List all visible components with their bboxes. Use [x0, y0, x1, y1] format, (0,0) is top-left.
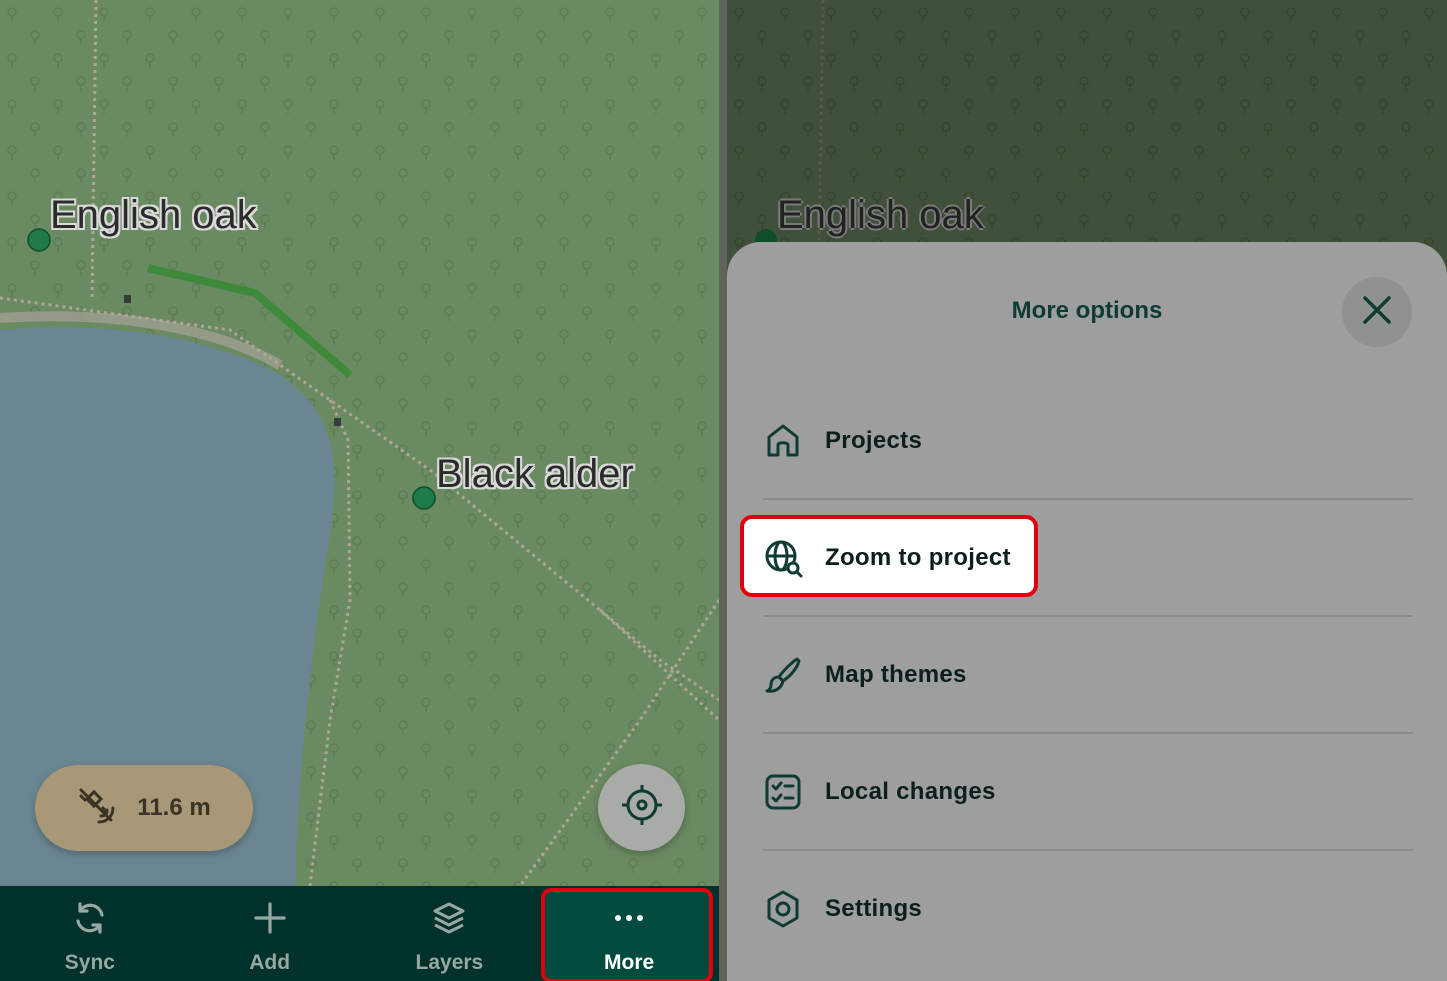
- brush-icon: [763, 655, 803, 695]
- bin-marker: [334, 418, 341, 426]
- menu-item-zoom-to-project[interactable]: Zoom to project: [763, 499, 1413, 616]
- nav-add-button[interactable]: Add: [180, 886, 360, 981]
- close-icon: [1361, 294, 1393, 331]
- sheet-title: More options: [1011, 297, 1163, 324]
- close-button[interactable]: [1342, 277, 1412, 347]
- menu-item-local-changes[interactable]: Local changes: [763, 733, 1413, 850]
- satellite-off-icon: [77, 786, 117, 831]
- menu-item-label: Local changes: [825, 777, 996, 805]
- label-black-alder: Black alder: [436, 452, 634, 496]
- menu-item-label: Zoom to project: [825, 543, 1011, 571]
- point-black-alder: [412, 486, 436, 510]
- menu-item-label: Projects: [825, 426, 923, 454]
- sync-icon: [72, 900, 108, 941]
- nav-more-button[interactable]: More: [539, 886, 719, 981]
- more-dots-icon: [611, 900, 647, 941]
- nav-add-label: Add: [249, 951, 291, 974]
- menu-item-label: Map themes: [825, 660, 967, 688]
- panel-divider: [719, 0, 727, 981]
- menu-item-projects[interactable]: Projects: [763, 382, 1413, 499]
- home-icon: [763, 421, 803, 461]
- crosshair-icon: [620, 783, 664, 832]
- nav-more-label: More: [604, 951, 655, 974]
- map-screen: English oak Black alder 11.6 m Sync Add …: [0, 0, 719, 981]
- label-english-oak: English oak: [50, 193, 257, 237]
- gps-accuracy-value: 11.6 m: [137, 794, 211, 821]
- more-options-sheet: More options Projects Zoom to project Ma…: [727, 242, 1447, 981]
- more-options-screen: English oak More options Projects Zoom t…: [727, 0, 1447, 981]
- globe-search-icon: [763, 538, 803, 578]
- menu-item-settings[interactable]: Settings: [763, 850, 1413, 967]
- menu-item-map-themes[interactable]: Map themes: [763, 616, 1413, 733]
- locate-me-button[interactable]: [598, 764, 685, 851]
- nav-layers-label: Layers: [415, 951, 484, 974]
- menu-item-label: Settings: [825, 894, 923, 922]
- nav-sync-label: Sync: [64, 951, 115, 974]
- bin-marker: [124, 295, 131, 303]
- label-english-oak-dimmed: English oak: [777, 193, 984, 237]
- nav-sync-button[interactable]: Sync: [0, 886, 180, 981]
- settings-icon: [763, 889, 803, 929]
- checklist-icon: [763, 772, 803, 812]
- nav-layers-button[interactable]: Layers: [360, 886, 540, 981]
- bottom-navigation: Sync Add Layers More: [0, 886, 719, 981]
- layers-icon: [431, 900, 467, 941]
- point-english-oak: [27, 228, 51, 252]
- plus-icon: [252, 900, 288, 941]
- gps-accuracy-pill[interactable]: 11.6 m: [35, 765, 253, 851]
